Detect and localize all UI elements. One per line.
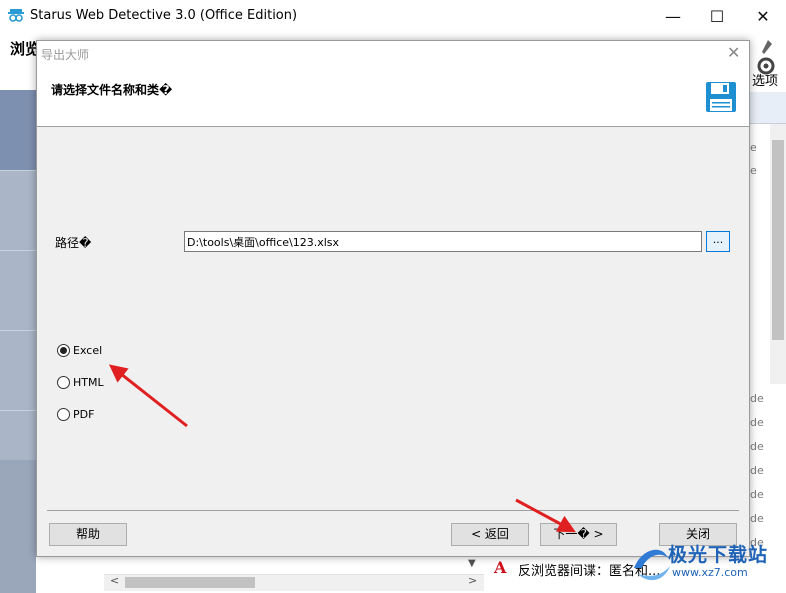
scroll-right-icon[interactable]: >: [468, 574, 477, 587]
nav-divider: [0, 170, 36, 171]
scroll-left-icon[interactable]: <: [110, 574, 119, 587]
list-item[interactable]: e: [750, 164, 757, 177]
maximize-button[interactable]: ☐: [694, 0, 740, 32]
window-title: Starus Web Detective 3.0 (Office Edition…: [30, 8, 298, 23]
list-item[interactable]: de: [750, 416, 764, 429]
nav-divider: [0, 410, 36, 411]
list-item[interactable]: de: [750, 488, 764, 501]
list-item[interactable]: de: [750, 440, 764, 453]
list-item[interactable]: e: [750, 141, 757, 154]
nav-item-selected[interactable]: [0, 90, 36, 170]
excel-radio[interactable]: [57, 344, 70, 357]
scroll-down-icon[interactable]: ▼: [468, 558, 476, 569]
html-radio-label: HTML: [73, 376, 104, 389]
nav-divider: [0, 250, 36, 251]
title-bar: Starus Web Detective 3.0 (Office Edition…: [0, 0, 786, 32]
dialog-header: 请选择文件名称和类�: [37, 67, 749, 127]
help-button[interactable]: 帮助: [49, 523, 127, 546]
dialog-separator: [47, 510, 739, 511]
watermark-url: www.xz7.com: [672, 566, 748, 579]
browse-button[interactable]: ...: [706, 231, 730, 252]
next-button[interactable]: 下一� >: [540, 523, 617, 546]
horizontal-scrollbar-thumb[interactable]: [125, 577, 255, 588]
detective-app-icon: [8, 9, 24, 22]
left-pane-bottom: [0, 460, 36, 593]
pdf-radio-label: PDF: [73, 408, 95, 421]
format-option-pdf[interactable]: PDF: [57, 408, 94, 421]
options-label[interactable]: 选项: [752, 70, 778, 89]
anti-spyware-icon: A: [494, 558, 507, 577]
dialog-close-button[interactable]: ✕: [727, 43, 740, 62]
export-dialog: 导出大师 ✕ 请选择文件名称和类� 路径� ... Excel HTML PDF…: [36, 40, 750, 557]
floppy-disk-icon: [706, 82, 736, 112]
results-scrollbar-thumb[interactable]: [772, 140, 784, 340]
list-item[interactable]: de: [750, 512, 764, 525]
watermark-text: 极光下载站: [668, 544, 769, 566]
format-option-html[interactable]: HTML: [57, 376, 104, 389]
path-label: 路径�: [55, 236, 92, 250]
pdf-radio[interactable]: [57, 408, 70, 421]
excel-radio-label: Excel: [73, 344, 103, 357]
dialog-title-bar: 导出大师 ✕: [37, 41, 749, 67]
format-option-excel[interactable]: Excel: [57, 344, 102, 357]
minimize-button[interactable]: —: [650, 0, 696, 32]
close-window-button[interactable]: ✕: [740, 0, 786, 32]
list-item[interactable]: de: [750, 392, 764, 405]
dialog-title: 导出大师: [41, 48, 90, 62]
html-radio[interactable]: [57, 376, 70, 389]
nav-divider: [0, 330, 36, 331]
file-path-input[interactable]: [184, 231, 702, 252]
back-button[interactable]: < 返回: [451, 523, 529, 546]
dialog-heading: 请选择文件名称和类�: [51, 83, 173, 97]
list-item[interactable]: de: [750, 464, 764, 477]
